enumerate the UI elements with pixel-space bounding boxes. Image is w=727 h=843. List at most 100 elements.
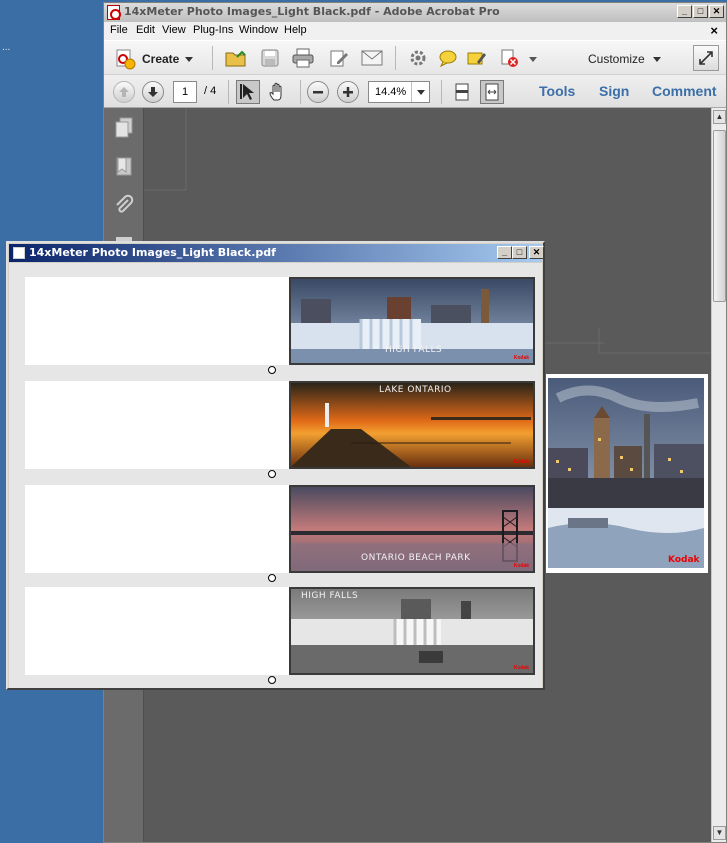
page-number-input[interactable]: 1 [173, 81, 197, 103]
attachment-paperclip-icon[interactable] [113, 194, 135, 216]
create-pdf-icon [116, 49, 136, 70]
registration-mark-icon [268, 574, 276, 582]
scrollbar-thumb[interactable] [713, 130, 726, 302]
expand-view-button[interactable] [693, 45, 719, 71]
page-total: / 4 [204, 85, 217, 97]
sign-pane-button[interactable]: Sign [599, 83, 629, 99]
zoom-dropdown[interactable] [411, 82, 429, 102]
photo-strip: HIGH FALLS Kodak [25, 277, 535, 365]
zoom-out-button[interactable] [307, 81, 329, 103]
document-close-icon[interactable]: × [710, 23, 718, 38]
previous-page-button[interactable] [113, 81, 135, 103]
floating-document-content[interactable]: HIGH FALLS Kodak LAKE ONTARIO Kodak ONTA… [9, 263, 542, 688]
photo-caption: ONTARIO BEACH PARK [361, 553, 471, 563]
highlight-text-icon[interactable] [465, 46, 489, 70]
fit-width-icon [485, 83, 499, 101]
kodak-logo: Kodak [668, 555, 700, 565]
edit-document-icon[interactable] [327, 46, 351, 70]
lake-ontario-photo: LAKE ONTARIO Kodak [289, 381, 535, 469]
kodak-logo: Kodak [513, 563, 529, 569]
page-thumbnails-icon[interactable] [113, 116, 135, 138]
kodak-logo: Kodak [513, 459, 529, 465]
toolbar-separator [395, 46, 396, 70]
open-folder-icon[interactable] [224, 46, 248, 70]
document-icon [13, 247, 25, 259]
chevron-down-icon [185, 56, 194, 62]
fit-width-button[interactable] [480, 80, 504, 104]
bookmark-icon[interactable] [113, 155, 135, 177]
plus-icon [343, 87, 353, 97]
menu-edit[interactable]: Edit [136, 24, 155, 36]
floating-window-titlebar[interactable]: 14xMeter Photo Images_Light Black.pdf _ … [9, 244, 544, 262]
floating-window-title: 14xMeter Photo Images_Light Black.pdf [29, 246, 276, 259]
toolbar-separator [300, 80, 301, 104]
tools-pane-button[interactable]: Tools [539, 83, 575, 99]
arrow-up-icon [119, 87, 129, 97]
registration-mark-icon [268, 366, 276, 374]
close-button[interactable]: ✕ [529, 246, 544, 259]
chevron-down-icon [416, 89, 425, 95]
maximize-button[interactable]: □ [693, 5, 708, 18]
high-falls-bw-photo: HIGH FALLS Kodak [289, 587, 535, 675]
comment-bubble-icon[interactable] [436, 46, 460, 70]
menu-bar: File Edit View Plug-Ins Window Help × [104, 22, 726, 40]
cursor-arrow-icon [240, 84, 254, 100]
print-icon[interactable] [291, 46, 315, 70]
maximize-button[interactable]: □ [512, 246, 527, 259]
hand-tool-icon[interactable] [266, 80, 290, 104]
scroll-down-arrow-icon[interactable]: ▼ [713, 826, 726, 840]
rochester-skyline-photo [548, 378, 704, 568]
fit-page-icon[interactable] [450, 80, 474, 104]
gear-icon[interactable] [406, 46, 430, 70]
chevron-down-icon [652, 56, 661, 62]
toolbar-separator [228, 80, 229, 104]
email-icon[interactable] [360, 46, 384, 70]
navigation-toolbar: 1 / 4 14.4% Tools Sign Comment [104, 74, 726, 108]
ontario-beach-park-photo: ONTARIO BEACH PARK Kodak [289, 485, 535, 573]
photo-strip: ONTARIO BEACH PARK Kodak [25, 485, 535, 573]
photo-caption: LAKE ONTARIO [379, 385, 452, 395]
main-titlebar[interactable]: 14xMeter Photo Images_Light Black.pdf - … [104, 3, 726, 22]
menu-window[interactable]: Window [239, 24, 278, 36]
arrow-down-icon [148, 87, 158, 97]
strip-footer [25, 366, 535, 374]
menu-view[interactable]: View [162, 24, 186, 36]
vertical-scrollbar[interactable]: ▲ ▼ [711, 108, 726, 842]
save-icon[interactable] [258, 46, 282, 70]
redact-icon[interactable] [497, 46, 521, 70]
toolbar-overflow-icon[interactable] [529, 53, 537, 65]
kodak-logo: Kodak [513, 355, 529, 361]
photo-caption: HIGH FALLS [385, 345, 443, 355]
expand-icon [699, 51, 713, 65]
high-falls-photo: HIGH FALLS Kodak [289, 277, 535, 365]
floating-document-window: 14xMeter Photo Images_Light Black.pdf _ … [6, 241, 545, 690]
strip-footer [25, 676, 535, 684]
minus-icon [313, 91, 323, 94]
toolbar-separator [441, 80, 442, 104]
create-button[interactable]: Create [114, 47, 194, 71]
menu-help[interactable]: Help [284, 24, 307, 36]
strip-footer [25, 574, 535, 582]
create-label: Create [142, 52, 180, 66]
comment-pane-button[interactable]: Comment [652, 83, 717, 99]
strip-footer [25, 470, 535, 478]
kodak-logo: Kodak [513, 665, 529, 671]
photo-strip: LAKE ONTARIO Kodak [25, 381, 535, 469]
toolbar-separator [212, 46, 213, 70]
customize-label: Customize [588, 52, 645, 66]
zoom-in-button[interactable] [337, 81, 359, 103]
photo-strip: HIGH FALLS Kodak [25, 587, 535, 675]
customize-dropdown[interactable]: Customize [588, 52, 661, 66]
next-page-button[interactable] [142, 81, 164, 103]
scroll-up-arrow-icon[interactable]: ▲ [713, 110, 726, 124]
minimize-button[interactable]: _ [677, 5, 692, 18]
close-button[interactable]: ✕ [709, 5, 724, 18]
registration-mark-icon [268, 676, 276, 684]
registration-mark-icon [268, 470, 276, 478]
photo-caption: HIGH FALLS [301, 591, 359, 601]
menu-file[interactable]: File [110, 24, 128, 36]
select-tool-button[interactable] [236, 80, 260, 104]
main-window-title: 14xMeter Photo Images_Light Black.pdf - … [124, 5, 500, 18]
menu-plugins[interactable]: Plug-Ins [193, 24, 233, 36]
minimize-button[interactable]: _ [497, 246, 512, 259]
